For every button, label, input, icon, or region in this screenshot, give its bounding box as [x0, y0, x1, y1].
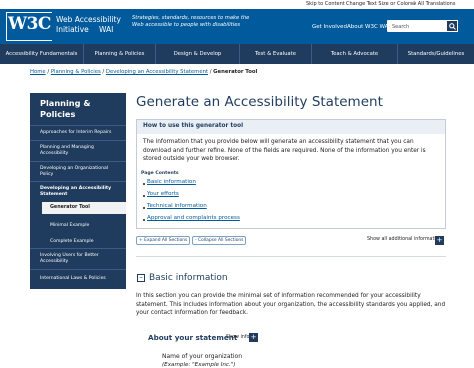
- sidebar-divider: [30, 161, 126, 162]
- bullet-icon: [143, 183, 145, 185]
- show-info-button[interactable]: +: [249, 333, 258, 342]
- about-w3c-wai-link[interactable]: About W3C WAI: [347, 24, 390, 30]
- site-title-line1: Web Accessibility: [56, 15, 121, 24]
- search-button[interactable]: [446, 20, 458, 32]
- org-name-example: (Example: "Example Inc."): [162, 362, 236, 368]
- sidebar-item-minimal-example[interactable]: Minimal Example: [50, 223, 130, 229]
- section-description: In this section you can provide the mini…: [136, 293, 446, 316]
- sidebar-title[interactable]: Planning & Policies: [40, 98, 120, 120]
- section-title-basic[interactable]: Basic information: [149, 273, 228, 283]
- get-involved-link[interactable]: Get Involved: [312, 24, 347, 30]
- site-title[interactable]: Web Accessibility Initiative WAI: [56, 15, 121, 35]
- all-translations-link[interactable]: ⊕ All Translations: [412, 1, 455, 7]
- skip-to-content-link[interactable]: Skip to Content: [306, 1, 345, 7]
- nav-accessibility-fundamentals[interactable]: Accessibility Fundamentals: [0, 44, 84, 64]
- site-header: W3C Web Accessibility Initiative WAI Str…: [0, 9, 474, 44]
- nav-planning-policies[interactable]: Planning & Policies: [84, 44, 156, 64]
- utility-bar: Skip to Content Change Text Size or Colo…: [0, 0, 474, 9]
- nav-test-evaluate[interactable]: Test & Evaluate: [240, 44, 312, 64]
- show-all-info-button[interactable]: +: [435, 236, 444, 245]
- sidebar-item-interim-repairs[interactable]: Approaches for Interim Repairs: [40, 130, 120, 136]
- breadcrumb-planning[interactable]: Planning & Policies: [51, 69, 101, 75]
- page-contents-label: Page Contents: [141, 171, 179, 176]
- show-all-info-label: Show all additional information: [367, 237, 442, 242]
- sidebar-divider: [30, 140, 126, 141]
- sidebar: Planning & Policies Approaches for Inter…: [30, 93, 126, 289]
- howto-box: How to use this generator tool The infor…: [136, 119, 446, 229]
- about-statement-heading: About your statement: [148, 333, 238, 342]
- contents-link-approval[interactable]: Approval and complaints process: [147, 215, 240, 221]
- breadcrumb-developing[interactable]: Developing an Accessibility Statement: [106, 69, 208, 75]
- bullet-icon: [143, 207, 145, 209]
- howto-header: How to use this generator tool: [137, 120, 445, 134]
- bullet-icon: [143, 195, 145, 197]
- sidebar-divider: [30, 248, 126, 249]
- main-nav: Accessibility Fundamentals Planning & Po…: [0, 44, 474, 64]
- sidebar-divider: [30, 181, 126, 182]
- search-icon: [449, 23, 456, 30]
- section-divider: [136, 256, 446, 257]
- sidebar-item-involving-users[interactable]: Involving Users for Better Accessibility: [40, 253, 120, 265]
- sidebar-item-generator-label: Generator Tool: [50, 205, 90, 210]
- breadcrumb-home[interactable]: Home: [30, 69, 46, 75]
- sidebar-item-statement[interactable]: Developing an Accessibility Statement: [40, 186, 120, 198]
- sidebar-item-generator-tool[interactable]: Generator Tool: [42, 202, 126, 214]
- breadcrumb: Home / Planning & Policies / Developing …: [30, 69, 257, 75]
- w3c-logo[interactable]: W3C: [8, 14, 51, 34]
- org-name-label: Name of your organization: [162, 353, 243, 360]
- sidebar-divider: [30, 125, 126, 126]
- sidebar-item-international-laws[interactable]: International Laws & Policies: [40, 276, 120, 282]
- show-info-label: Show info: [226, 335, 250, 340]
- wai-label: WAI: [99, 25, 114, 34]
- bullet-icon: [143, 219, 145, 221]
- sidebar-item-org-policy[interactable]: Developing an Organizational Policy: [40, 166, 120, 178]
- page-title: Generate an Accessibility Statement: [136, 94, 383, 110]
- contents-link-technical[interactable]: Technical information: [147, 203, 207, 209]
- search-placeholder: Search: [392, 24, 410, 30]
- sidebar-item-complete-example[interactable]: Complete Example: [50, 239, 130, 245]
- contents-link-efforts[interactable]: Your efforts: [147, 191, 179, 197]
- sidebar-item-managing[interactable]: Planning and Managing Accessibility: [40, 145, 120, 157]
- nav-teach-advocate[interactable]: Teach & Advocate: [312, 44, 398, 64]
- sidebar-divider: [30, 269, 126, 270]
- howto-title: How to use this generator tool: [143, 123, 244, 129]
- site-tagline: Strategies, standards, resources to make…: [132, 15, 250, 28]
- globe-icon: ⊕: [412, 1, 417, 7]
- nav-standards-guidelines[interactable]: Standards/Guidelines: [398, 44, 474, 64]
- all-translations-label: All Translations: [417, 1, 456, 7]
- search-input[interactable]: Search: [387, 20, 447, 32]
- breadcrumb-current: Generator Tool: [213, 69, 258, 75]
- howto-text: The information that you provide below w…: [143, 139, 426, 162]
- nav-design-develop[interactable]: Design & Develop: [156, 44, 240, 64]
- collapse-all-button[interactable]: - Collapse All Sections: [192, 236, 247, 245]
- section-collapse-button[interactable]: –: [137, 274, 145, 282]
- expand-all-button[interactable]: + Expand All Sections: [136, 236, 191, 245]
- change-text-size-link[interactable]: Change Text Size or Colors: [346, 1, 413, 7]
- contents-link-basic[interactable]: Basic information: [147, 179, 196, 185]
